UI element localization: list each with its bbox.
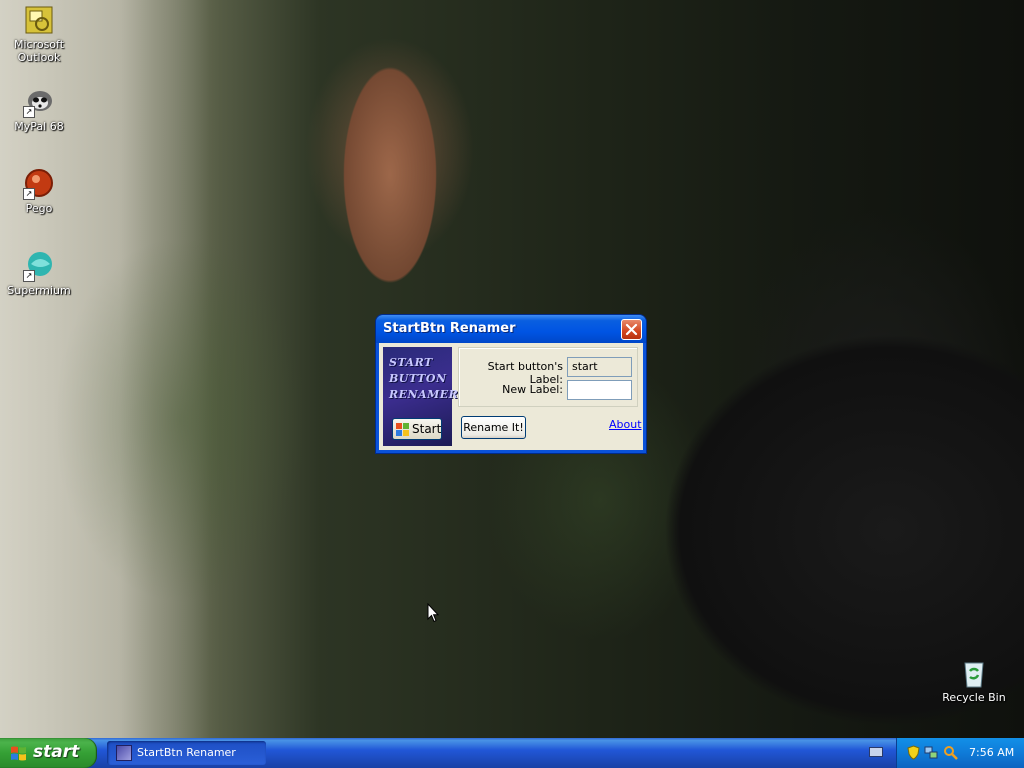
logo-text-line: RENAMER — [389, 388, 459, 401]
logo-text-line: BUTTON — [389, 372, 447, 385]
logo-start-button: Start — [392, 418, 442, 440]
taskbar-item-startbtn-renamer[interactable]: StartBtn Renamer — [107, 741, 266, 765]
logo-text: START BUTTON RENAMER — [389, 355, 459, 403]
taskbar: start StartBtn Renamer 7:56 AM — [0, 738, 1024, 768]
wallpaper-hand — [325, 5, 455, 325]
current-label-field: start — [567, 357, 632, 377]
rename-it-button[interactable]: Rename It! — [461, 416, 526, 439]
desktop-icon-recycle-bin[interactable]: Recycle Bin — [936, 657, 1012, 704]
close-icon — [625, 323, 638, 336]
windows-flag-icon — [396, 423, 409, 436]
close-button[interactable] — [621, 319, 642, 340]
label-groupbox: Start button's Label: start New Label: — [458, 347, 638, 407]
search-icon[interactable] — [943, 745, 958, 760]
taskbar-item-label: StartBtn Renamer — [137, 746, 236, 759]
system-tray: 7:56 AM — [896, 738, 1024, 768]
desktop-icon-pego[interactable]: ↗ Pego — [1, 168, 77, 215]
window-title: StartBtn Renamer — [383, 321, 516, 336]
new-label-caption: New Label: — [502, 383, 563, 396]
desktop-icon-mypal[interactable]: ↗ MyPal 68 — [1, 86, 77, 133]
about-link[interactable]: About — [609, 418, 642, 431]
recycle-bin-icon — [958, 657, 990, 689]
window-titlebar[interactable]: StartBtn Renamer — [376, 315, 646, 343]
new-label-input[interactable] — [567, 380, 632, 400]
window-client-area: START BUTTON RENAMER Start Start button'… — [379, 343, 643, 450]
windows-flag-icon — [11, 746, 26, 761]
logo-start-label: Start — [412, 422, 442, 436]
desktop-icon-label: Microsoft Outlook — [13, 38, 65, 64]
mypal-icon: ↗ — [23, 86, 55, 118]
app-window-icon — [116, 745, 132, 761]
start-label: start — [33, 742, 80, 762]
supermium-icon: ↗ — [23, 250, 55, 282]
clock[interactable]: 7:56 AM — [969, 746, 1014, 759]
desktop-icon-label: Pego — [25, 202, 53, 215]
desktop-icon-label: Supermium — [7, 284, 71, 297]
desktop-icon-supermium[interactable]: ↗ Supermium — [1, 250, 77, 297]
desktop-icon-label: MyPal 68 — [14, 120, 64, 133]
desktop-icon-outlook[interactable]: Microsoft Outlook — [1, 4, 77, 64]
shortcut-arrow-icon: ↗ — [23, 106, 35, 118]
outlook-icon — [23, 4, 55, 36]
mouse-cursor-icon — [427, 603, 439, 623]
network-icon[interactable] — [924, 745, 939, 760]
shortcut-arrow-icon: ↗ — [23, 270, 35, 282]
pego-icon: ↗ — [23, 168, 55, 200]
start-button[interactable]: start — [0, 738, 97, 768]
shortcut-arrow-icon: ↗ — [23, 188, 35, 200]
security-shield-icon[interactable] — [906, 745, 921, 760]
desktop-icon-label: Recycle Bin — [942, 691, 1006, 704]
desktop: Microsoft Outlook ↗ MyPal 68 ↗ Pego ↗ Su… — [0, 0, 1024, 738]
logo-text-line: START — [389, 356, 433, 369]
keyboard-icon[interactable] — [869, 747, 883, 757]
app-logo: START BUTTON RENAMER Start — [383, 347, 459, 446]
startbtn-renamer-window[interactable]: StartBtn Renamer START BUTTON RENAMER St… — [376, 315, 646, 453]
